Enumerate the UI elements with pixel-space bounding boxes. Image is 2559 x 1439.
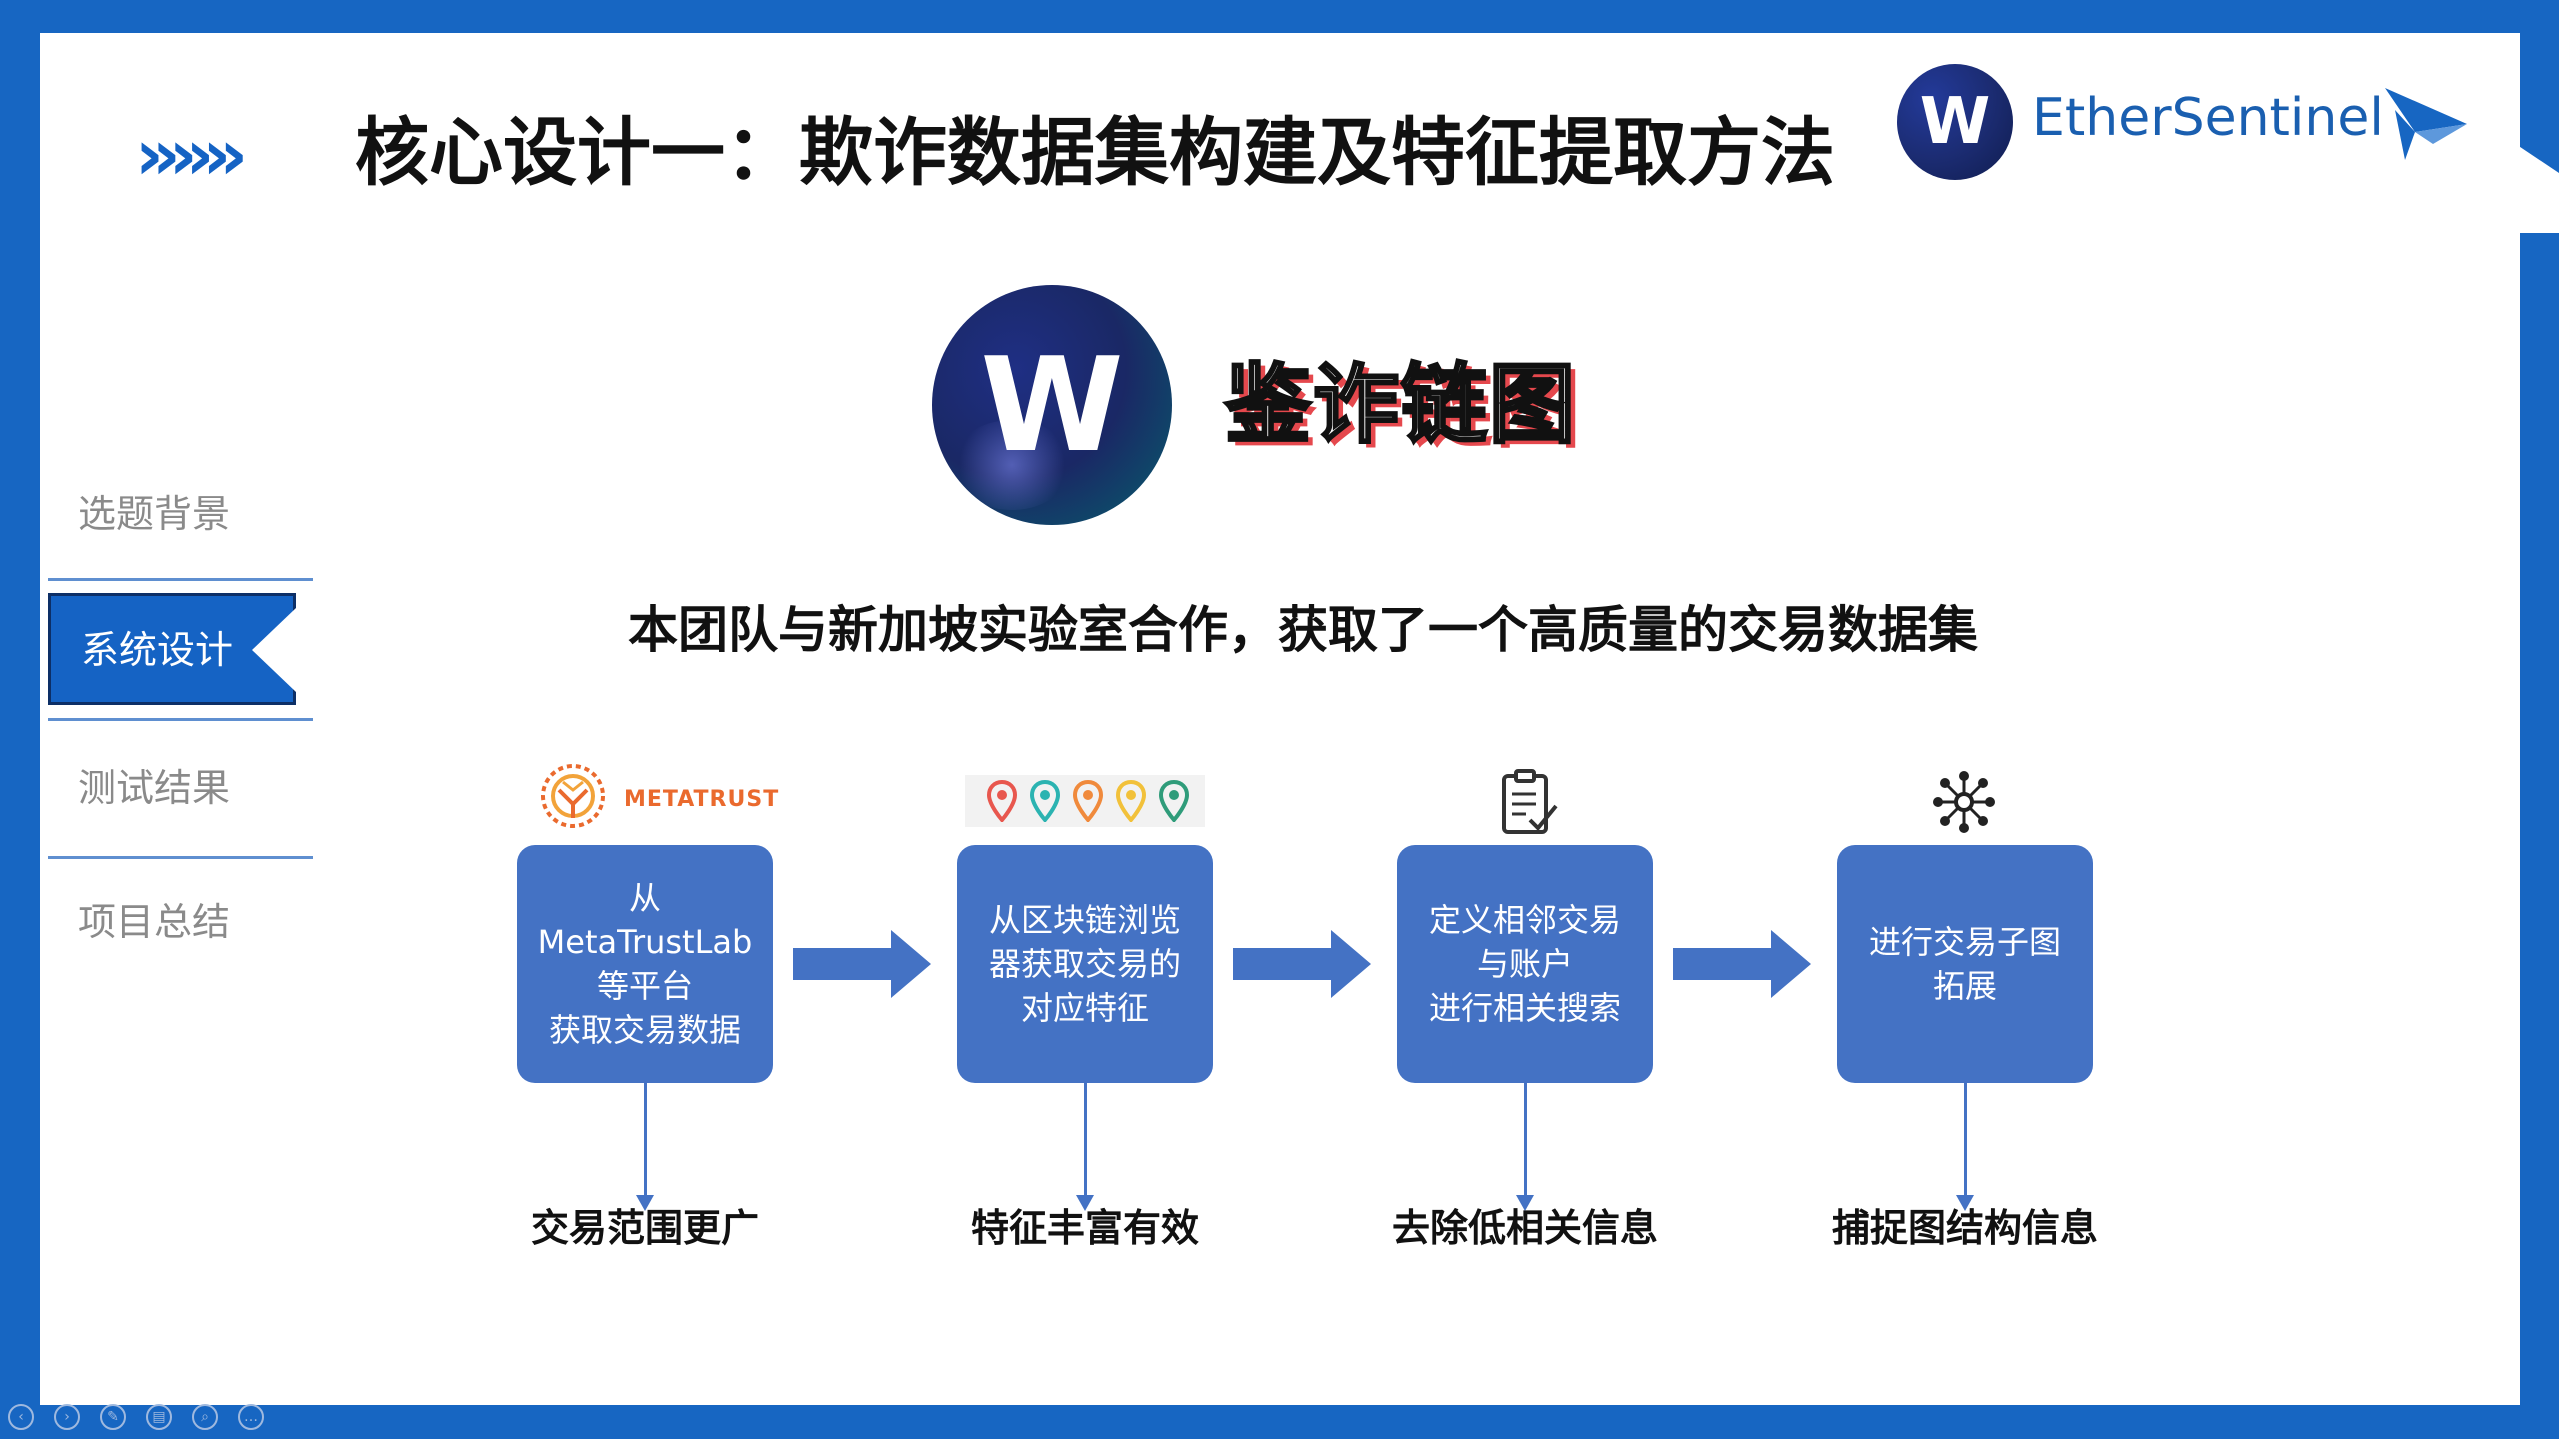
product-logo-letter: W <box>980 329 1124 481</box>
prev-icon[interactable]: ‹ <box>8 1404 34 1430</box>
sidebar-item-label: 系统设计 <box>81 628 234 672</box>
subtitle: 本团队与新加坡实验室合作，获取了一个高质量的交易数据集 <box>628 601 1978 659</box>
metatrust-logo-icon <box>541 764 605 828</box>
flow-step-result: 特征丰富有效 <box>970 1206 1199 1250</box>
slide-canvas <box>40 33 2520 1405</box>
sidebar-divider <box>48 578 313 581</box>
connector-line <box>1524 1083 1527 1203</box>
metatrust-logo-text: METATRUST <box>624 787 780 812</box>
more-icon[interactable]: … <box>238 1404 264 1430</box>
flow-step-result: 交易范围更广 <box>530 1206 759 1250</box>
flow-step-text: 定义相邻交易 与账户 进行相关搜索 <box>1428 901 1621 1027</box>
sidebar-divider <box>48 856 313 859</box>
slides-icon[interactable]: ▤ <box>146 1404 172 1430</box>
flow-arrow-icon <box>793 930 931 998</box>
brand-name: EtherSentinel <box>2032 88 2384 148</box>
map-pin-icon <box>1116 780 1146 822</box>
map-pin-icon <box>1030 780 1060 822</box>
sidebar-item-summary[interactable]: 项目总结 <box>78 898 230 946</box>
flow-step-box: 从区块链浏览 器获取交易的 对应特征 <box>957 845 1213 1083</box>
flow-step-box: 定义相邻交易 与账户 进行相关搜索 <box>1397 845 1653 1083</box>
flow-arrow-icon <box>1233 930 1371 998</box>
flow-step-text: 从区块链浏览 器获取交易的 对应特征 <box>988 901 1181 1027</box>
connector-line <box>1964 1083 1967 1203</box>
zoom-icon[interactable]: ⌕ <box>192 1404 218 1430</box>
paper-plane-icon <box>2385 88 2467 160</box>
product-name: 鉴诈链图 <box>1224 354 1577 457</box>
flow-arrow-icon <box>1673 930 1811 998</box>
next-icon[interactable]: › <box>54 1404 80 1430</box>
connector-line <box>644 1083 647 1203</box>
title-chevrons: ›››››› <box>135 114 248 196</box>
map-pin-icon <box>1159 780 1189 822</box>
flow-step-text: 进行交易子图 拓展 <box>1868 923 2061 1005</box>
clipboard-check-icon <box>1502 769 1558 834</box>
network-icon <box>1933 771 1995 833</box>
brand-logo-letter: W <box>1919 85 1991 159</box>
page-title: 核心设计一：欺诈数据集构建及特征提取方法 <box>355 110 1835 196</box>
connector-line <box>1084 1083 1087 1203</box>
sidebar-item-results[interactable]: 测试结果 <box>78 764 230 812</box>
pen-icon[interactable]: ✎ <box>100 1404 126 1430</box>
sidebar-item-background[interactable]: 选题背景 <box>78 490 230 538</box>
map-pin-icon <box>1073 780 1103 822</box>
flow-step-text: 从MetaTrustLab 等平台 获取交易数据 <box>537 879 753 1049</box>
sidebar-active-notch <box>252 608 296 692</box>
product-logo: W <box>932 285 1172 525</box>
flow-step-result: 捕捉图结构信息 <box>1831 1206 2098 1250</box>
map-pin-icon <box>987 780 1017 822</box>
flow-step-result: 去除低相关信息 <box>1391 1206 1658 1250</box>
flow-step-box: 从MetaTrustLab 等平台 获取交易数据 <box>517 845 773 1083</box>
sidebar-divider <box>48 718 313 721</box>
brand-logo: W <box>1897 64 2013 180</box>
flow-step-box: 进行交易子图 拓展 <box>1837 845 2093 1083</box>
